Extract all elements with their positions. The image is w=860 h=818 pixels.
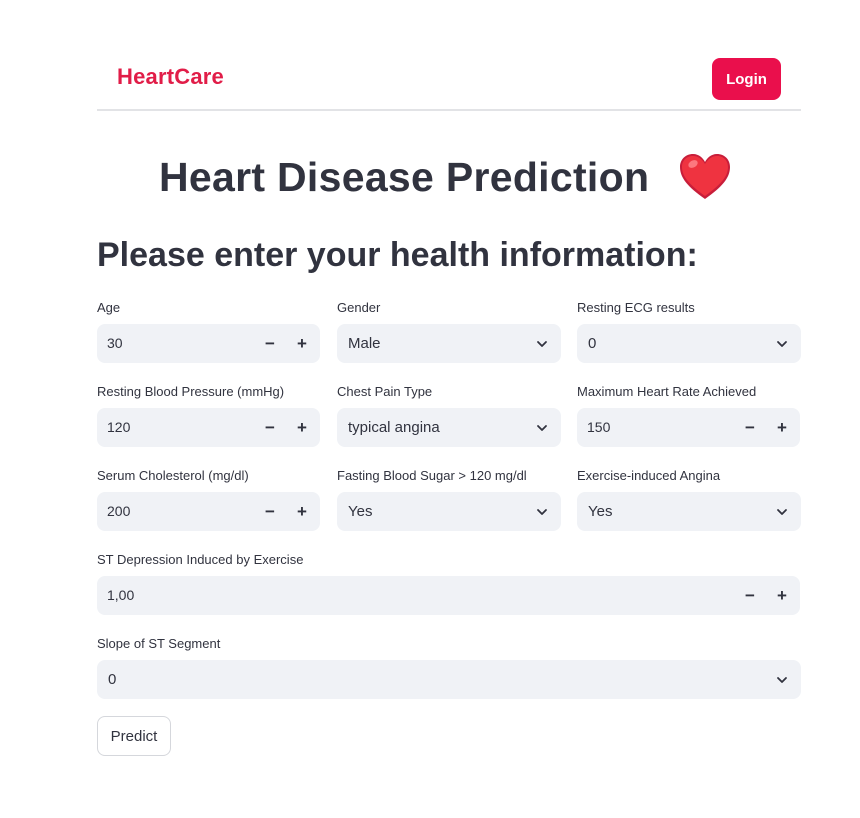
cholesterol-decrement-button[interactable]: −	[256, 498, 284, 525]
max-hr-decrement-button[interactable]: −	[736, 414, 764, 441]
predict-button[interactable]: Predict	[97, 716, 171, 756]
max-hr-input[interactable]: 150 − +	[577, 408, 800, 447]
st-slope-label: Slope of ST Segment	[97, 636, 221, 651]
fasting-bs-select[interactable]: Yes	[337, 492, 561, 531]
exercise-angina-value: Yes	[588, 503, 613, 520]
st-depression-value[interactable]: 1,00	[107, 587, 134, 603]
st-depression-increment-button[interactable]: +	[768, 582, 796, 609]
resting-bp-increment-button[interactable]: +	[288, 414, 316, 441]
age-label: Age	[97, 300, 121, 315]
chest-pain-value: typical angina	[348, 419, 440, 436]
resting-bp-input[interactable]: 120 − +	[97, 408, 320, 447]
age-increment-button[interactable]: +	[288, 330, 316, 357]
gender-label: Gender	[337, 300, 381, 315]
st-slope-value: 0	[108, 671, 117, 688]
chevron-down-icon	[537, 509, 547, 515]
age-value[interactable]: 30	[107, 335, 123, 351]
gender-value: Male	[348, 335, 381, 352]
cholesterol-label: Serum Cholesterol (mg/dl)	[97, 468, 249, 483]
max-hr-label: Maximum Heart Rate Achieved	[577, 384, 757, 399]
heart-icon	[680, 154, 730, 199]
max-hr-value[interactable]: 150	[587, 419, 610, 435]
chevron-down-icon	[537, 341, 547, 347]
chest-pain-label: Chest Pain Type	[337, 384, 433, 399]
st-depression-decrement-button[interactable]: −	[736, 582, 764, 609]
form-heading: Please enter your health information:	[97, 236, 698, 274]
chevron-down-icon	[777, 341, 787, 347]
resting-ecg-label: Resting ECG results	[577, 300, 695, 315]
navbar: HeartCare Login	[97, 0, 801, 111]
chevron-down-icon	[777, 677, 787, 683]
max-hr-increment-button[interactable]: +	[768, 414, 796, 441]
title-row: Heart Disease Prediction	[97, 148, 801, 212]
cholesterol-input[interactable]: 200 − +	[97, 492, 320, 531]
resting-bp-value[interactable]: 120	[107, 419, 130, 435]
fasting-bs-value: Yes	[348, 503, 373, 520]
fasting-bs-label: Fasting Blood Sugar > 120 mg/dl	[337, 468, 527, 483]
st-depression-label: ST Depression Induced by Exercise	[97, 552, 304, 567]
exercise-angina-label: Exercise-induced Angina	[577, 468, 721, 483]
login-button[interactable]: Login	[712, 58, 781, 100]
resting-ecg-value: 0	[588, 335, 597, 352]
page-title: Heart Disease Prediction	[159, 154, 650, 200]
cholesterol-increment-button[interactable]: +	[288, 498, 316, 525]
exercise-angina-select[interactable]: Yes	[577, 492, 801, 531]
chevron-down-icon	[537, 425, 547, 431]
chevron-down-icon	[777, 509, 787, 515]
cholesterol-value[interactable]: 200	[107, 503, 130, 519]
st-slope-select[interactable]: 0	[97, 660, 801, 699]
brand-logo[interactable]: HeartCare	[117, 64, 224, 90]
age-input[interactable]: 30 − +	[97, 324, 320, 363]
st-depression-input[interactable]: 1,00 − +	[97, 576, 800, 615]
resting-ecg-select[interactable]: 0	[577, 324, 801, 363]
chest-pain-select[interactable]: typical angina	[337, 408, 561, 447]
gender-select[interactable]: Male	[337, 324, 561, 363]
resting-bp-label: Resting Blood Pressure (mmHg)	[97, 384, 285, 399]
age-decrement-button[interactable]: −	[256, 330, 284, 357]
resting-bp-decrement-button[interactable]: −	[256, 414, 284, 441]
